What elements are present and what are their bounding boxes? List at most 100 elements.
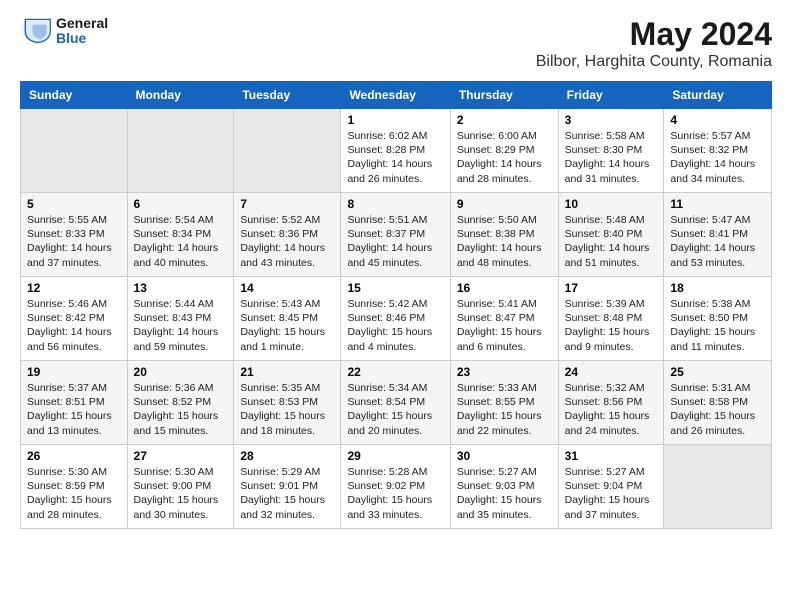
calendar-cell: 30Sunrise: 5:27 AMSunset: 9:03 PMDayligh…	[450, 445, 558, 529]
day-number: 20	[134, 365, 228, 379]
header-row: SundayMondayTuesdayWednesdayThursdayFrid…	[21, 82, 772, 109]
day-number: 16	[457, 281, 552, 295]
day-info: Sunrise: 5:37 AMSunset: 8:51 PMDaylight:…	[27, 381, 121, 438]
day-number: 6	[134, 197, 228, 211]
calendar-body: 1Sunrise: 6:02 AMSunset: 8:28 PMDaylight…	[21, 109, 772, 529]
calendar-cell: 31Sunrise: 5:27 AMSunset: 9:04 PMDayligh…	[558, 445, 664, 529]
day-number: 5	[27, 197, 121, 211]
calendar-cell: 3Sunrise: 5:58 AMSunset: 8:30 PMDaylight…	[558, 109, 664, 193]
calendar-cell	[664, 445, 772, 529]
day-info: Sunrise: 5:32 AMSunset: 8:56 PMDaylight:…	[565, 381, 658, 438]
day-info: Sunrise: 5:50 AMSunset: 8:38 PMDaylight:…	[457, 213, 552, 270]
day-number: 7	[240, 197, 334, 211]
day-info: Sunrise: 5:30 AMSunset: 8:59 PMDaylight:…	[27, 465, 121, 522]
day-info: Sunrise: 5:43 AMSunset: 8:45 PMDaylight:…	[240, 297, 334, 354]
calendar-cell: 21Sunrise: 5:35 AMSunset: 8:53 PMDayligh…	[234, 361, 341, 445]
day-number: 27	[134, 449, 228, 463]
day-number: 10	[565, 197, 658, 211]
day-number: 19	[27, 365, 121, 379]
calendar-cell	[234, 109, 341, 193]
calendar-cell	[21, 109, 128, 193]
calendar-cell: 23 Sunrise: 5:33 AMSunset: 8:55 PMDayligh…	[450, 361, 558, 445]
header-day-wednesday: Wednesday	[341, 82, 450, 109]
day-number: 8	[347, 197, 443, 211]
header-day-thursday: Thursday	[450, 82, 558, 109]
day-info: Sunrise: 5:52 AMSunset: 8:36 PMDaylight:…	[240, 213, 334, 270]
title-area: May 2024 Bilbor, Harghita County, Romani…	[536, 16, 772, 71]
day-info: Sunrise: 5:28 AMSunset: 9:02 PMDaylight:…	[347, 465, 443, 522]
header: General Blue May 2024 Bilbor, Harghita C…	[20, 16, 772, 71]
header-day-friday: Friday	[558, 82, 664, 109]
calendar-cell: 26Sunrise: 5:30 AMSunset: 8:59 PMDayligh…	[21, 445, 128, 529]
calendar-cell: 8 Sunrise: 5:51 AMSunset: 8:37 PMDaylight…	[341, 193, 450, 277]
logo-icon	[20, 17, 52, 45]
calendar-cell: 5 Sunrise: 5:55 AMSunset: 8:33 PMDaylight…	[21, 193, 128, 277]
day-number: 13	[134, 281, 228, 295]
calendar-cell: 2Sunrise: 6:00 AMSunset: 8:29 PMDaylight…	[450, 109, 558, 193]
header-day-tuesday: Tuesday	[234, 82, 341, 109]
day-number: 12	[27, 281, 121, 295]
day-info: Sunrise: 5:48 AMSunset: 8:40 PMDaylight:…	[565, 213, 658, 270]
calendar-cell: 16 Sunrise: 5:41 AMSunset: 8:47 PMDayligh…	[450, 277, 558, 361]
day-info: Sunrise: 5:57 AMSunset: 8:32 PMDaylight:…	[670, 129, 765, 186]
day-number: 2	[457, 113, 552, 127]
logo-blue-text: Blue	[56, 31, 108, 46]
day-info: Sunrise: 5:34 AMSunset: 8:54 PMDaylight:…	[347, 381, 443, 438]
day-info: Sunrise: 6:02 AMSunset: 8:28 PMDaylight:…	[347, 129, 443, 186]
calendar-week-row: 1Sunrise: 6:02 AMSunset: 8:28 PMDaylight…	[21, 109, 772, 193]
calendar-cell: 9Sunrise: 5:50 AMSunset: 8:38 PMDaylight…	[450, 193, 558, 277]
day-info: Sunrise: 5:51 AMSunset: 8:37 PMDaylight:…	[347, 213, 443, 270]
calendar-cell: 19 Sunrise: 5:37 AMSunset: 8:51 PMDayligh…	[21, 361, 128, 445]
day-info: Sunrise: 5:35 AMSunset: 8:53 PMDaylight:…	[240, 381, 334, 438]
logo: General Blue	[20, 16, 108, 47]
calendar-cell: 4Sunrise: 5:57 AMSunset: 8:32 PMDaylight…	[664, 109, 772, 193]
calendar-cell: 22Sunrise: 5:34 AMSunset: 8:54 PMDayligh…	[341, 361, 450, 445]
day-info: Sunrise: 5:41 AMSunset: 8:47 PMDaylight:…	[457, 297, 552, 354]
day-number: 24	[565, 365, 658, 379]
day-info: Sunrise: 5:33 AMSunset: 8:55 PMDaylight:…	[457, 381, 552, 438]
day-info: Sunrise: 5:47 AMSunset: 8:41 PMDaylight:…	[670, 213, 765, 270]
day-number: 14	[240, 281, 334, 295]
calendar-cell: 28 Sunrise: 5:29 AMSunset: 9:01 PMDayligh…	[234, 445, 341, 529]
logo-general-text: General	[56, 16, 108, 31]
calendar-table: SundayMondayTuesdayWednesdayThursdayFrid…	[20, 81, 772, 529]
day-info: Sunrise: 5:27 AMSunset: 9:03 PMDaylight:…	[457, 465, 552, 522]
calendar-week-row: 19 Sunrise: 5:37 AMSunset: 8:51 PMDayligh…	[21, 361, 772, 445]
calendar-cell: 11 Sunrise: 5:47 AMSunset: 8:41 PMDayligh…	[664, 193, 772, 277]
calendar-cell: 27 Sunrise: 5:30 AMSunset: 9:00 PMDayligh…	[127, 445, 234, 529]
day-number: 28	[240, 449, 334, 463]
calendar-cell: 29 Sunrise: 5:28 AMSunset: 9:02 PMDayligh…	[341, 445, 450, 529]
day-info: Sunrise: 5:55 AMSunset: 8:33 PMDaylight:…	[27, 213, 121, 270]
calendar-cell: 12 Sunrise: 5:46 AMSunset: 8:42 PMDayligh…	[21, 277, 128, 361]
calendar-cell: 18Sunrise: 5:38 AMSunset: 8:50 PMDayligh…	[664, 277, 772, 361]
day-info: Sunrise: 5:58 AMSunset: 8:30 PMDaylight:…	[565, 129, 658, 186]
day-info: Sunrise: 5:39 AMSunset: 8:48 PMDaylight:…	[565, 297, 658, 354]
calendar-cell: 24 Sunrise: 5:32 AMSunset: 8:56 PMDayligh…	[558, 361, 664, 445]
calendar-header: SundayMondayTuesdayWednesdayThursdayFrid…	[21, 82, 772, 109]
calendar-cell: 6 Sunrise: 5:54 AMSunset: 8:34 PMDaylight…	[127, 193, 234, 277]
day-info: Sunrise: 5:46 AMSunset: 8:42 PMDaylight:…	[27, 297, 121, 354]
calendar-cell: 15Sunrise: 5:42 AMSunset: 8:46 PMDayligh…	[341, 277, 450, 361]
calendar-week-row: 5 Sunrise: 5:55 AMSunset: 8:33 PMDaylight…	[21, 193, 772, 277]
day-info: Sunrise: 5:31 AMSunset: 8:58 PMDaylight:…	[670, 381, 765, 438]
day-number: 23	[457, 365, 552, 379]
day-info: Sunrise: 5:38 AMSunset: 8:50 PMDaylight:…	[670, 297, 765, 354]
calendar-cell: 7 Sunrise: 5:52 AMSunset: 8:36 PMDaylight…	[234, 193, 341, 277]
day-info: Sunrise: 5:42 AMSunset: 8:46 PMDaylight:…	[347, 297, 443, 354]
day-info: Sunrise: 5:54 AMSunset: 8:34 PMDaylight:…	[134, 213, 228, 270]
day-number: 31	[565, 449, 658, 463]
day-number: 11	[670, 197, 765, 211]
calendar-cell: 10 Sunrise: 5:48 AMSunset: 8:40 PMDayligh…	[558, 193, 664, 277]
day-info: Sunrise: 5:36 AMSunset: 8:52 PMDaylight:…	[134, 381, 228, 438]
day-number: 25	[670, 365, 765, 379]
header-day-monday: Monday	[127, 82, 234, 109]
day-info: Sunrise: 5:29 AMSunset: 9:01 PMDaylight:…	[240, 465, 334, 522]
calendar-cell	[127, 109, 234, 193]
day-info: Sunrise: 5:30 AMSunset: 9:00 PMDaylight:…	[134, 465, 228, 522]
calendar-cell: 20 Sunrise: 5:36 AMSunset: 8:52 PMDayligh…	[127, 361, 234, 445]
calendar-week-row: 26Sunrise: 5:30 AMSunset: 8:59 PMDayligh…	[21, 445, 772, 529]
day-number: 17	[565, 281, 658, 295]
subtitle: Bilbor, Harghita County, Romania	[536, 53, 772, 71]
calendar-cell: 17 Sunrise: 5:39 AMSunset: 8:48 PMDayligh…	[558, 277, 664, 361]
day-number: 29	[347, 449, 443, 463]
